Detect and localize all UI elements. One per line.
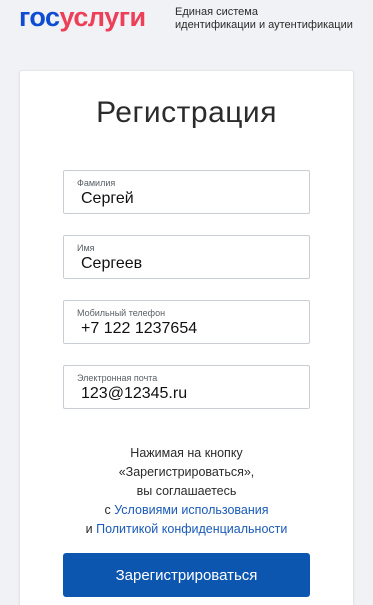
terms-prefix-with: с: [104, 503, 115, 517]
terms-line-1: Нажимая на кнопку: [130, 446, 243, 460]
email-field[interactable]: Электронная почта: [63, 365, 310, 409]
terms-notice: Нажимая на кнопку «Зарегистрироваться», …: [63, 444, 310, 539]
header: госуслуги Единая система идентификации и…: [0, 0, 373, 50]
terms-of-use-link[interactable]: Условиями использования: [114, 503, 268, 517]
register-button[interactable]: Зарегистрироваться: [63, 553, 310, 597]
privacy-policy-link[interactable]: Политикой конфиденциальности: [96, 522, 287, 536]
phone-label: Мобильный телефон: [77, 308, 166, 318]
email-input[interactable]: [81, 383, 301, 405]
tagline-line-1: Единая система: [175, 6, 258, 18]
logo-part-uslugi: услуги: [59, 2, 147, 32]
terms-line-2: «Зарегистрироваться»,: [118, 465, 255, 479]
tagline-line-2: идентификации и аутентификации: [175, 19, 353, 31]
page-title: Регистрация: [96, 96, 277, 129]
logo-part-gos: гос: [19, 2, 60, 32]
gosuslugi-logo[interactable]: госуслуги: [19, 4, 146, 31]
terms-prefix-and: и: [85, 522, 97, 536]
first-name-input[interactable]: [81, 253, 301, 275]
phone-input[interactable]: [81, 318, 301, 340]
last-name-label: Фамилия: [77, 178, 116, 188]
terms-line-3: вы соглашаетесь: [136, 484, 237, 498]
first-name-field[interactable]: Имя: [63, 235, 310, 279]
header-tagline: Единая система идентификации и аутентифи…: [175, 6, 365, 32]
terms-line-4: с Условиями использования: [63, 501, 310, 520]
email-label: Электронная почта: [77, 373, 158, 383]
last-name-input[interactable]: [81, 188, 301, 210]
phone-field[interactable]: Мобильный телефон: [63, 300, 310, 344]
last-name-field[interactable]: Фамилия: [63, 170, 310, 214]
terms-line-5: и Политикой конфиденциальности: [63, 520, 310, 539]
first-name-label: Имя: [77, 243, 95, 253]
registration-page: госуслуги Единая система идентификации и…: [0, 0, 373, 605]
